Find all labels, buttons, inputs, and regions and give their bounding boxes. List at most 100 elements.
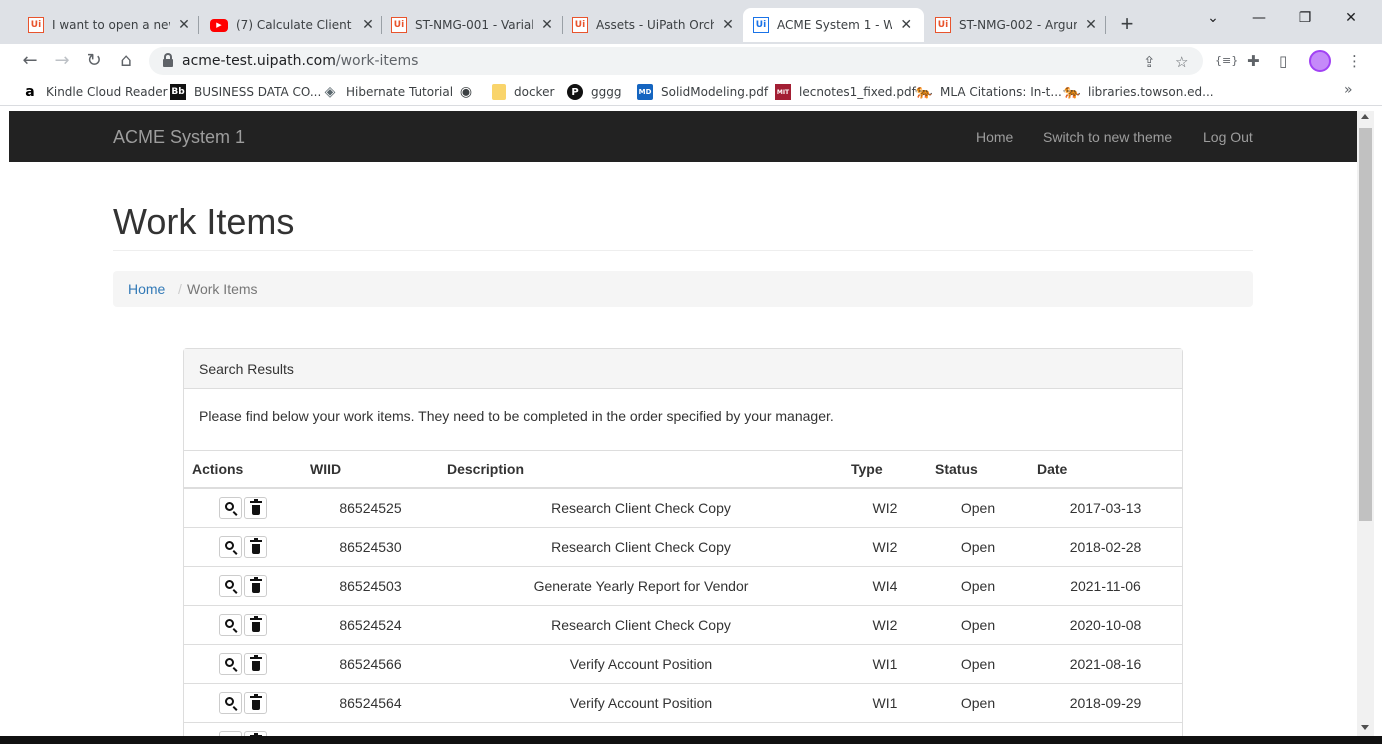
- browser-toolbar: ← → ↻ ⌂ acme-test.uipath.com/work-items …: [0, 44, 1382, 78]
- hibernate-icon: ◈: [324, 84, 336, 100]
- bookmark-label: gggg: [591, 85, 622, 99]
- bookmark-lecnotes[interactable]: MIT lecnotes1_fixed.pdf: [775, 84, 916, 100]
- scrollbar-thumb[interactable]: [1359, 128, 1372, 521]
- actions-cell: [184, 721, 302, 736]
- view-button[interactable]: [219, 574, 242, 597]
- back-arrow-icon[interactable]: ←: [18, 49, 42, 73]
- browser-tab-6[interactable]: Ui ST-NMG-002 - Argum ✕: [925, 8, 1109, 42]
- date-cell: 2021-11-06: [1029, 565, 1182, 605]
- date-cell: 2020-10-08: [1029, 604, 1182, 644]
- wiid-cell: [302, 721, 439, 736]
- close-icon[interactable]: ✕: [1083, 17, 1099, 33]
- browser-tab-3[interactable]: Ui ST-NMG-001 - Variabl ✕: [381, 8, 565, 42]
- bookmark-solidmodeling[interactable]: MD SolidModeling.pdf: [637, 84, 768, 100]
- type-cell: WI1: [843, 682, 927, 722]
- reload-icon[interactable]: ↻: [82, 49, 106, 73]
- close-icon[interactable]: ✕: [176, 17, 192, 33]
- browser-tab-1[interactable]: Ui I want to open a new t ✕: [18, 8, 202, 42]
- actions-cell: [184, 604, 302, 644]
- status-cell: Open: [927, 487, 1029, 527]
- bookmark-libraries[interactable]: 🐅 libraries.towson.ed...: [1063, 84, 1213, 100]
- view-button[interactable]: [219, 613, 242, 636]
- bookmarks-bar: a Kindle Cloud Reader Bb BUSINESS DATA C…: [0, 78, 1382, 106]
- column-header-actions: Actions: [184, 451, 302, 489]
- profile-avatar[interactable]: [1309, 50, 1331, 72]
- bookmarks-more-icon[interactable]: »: [1344, 82, 1353, 98]
- taskbar-edge: [0, 736, 1382, 744]
- home-icon[interactable]: ⌂: [114, 49, 138, 73]
- view-button[interactable]: [219, 535, 242, 558]
- youtube-icon: ▶: [210, 18, 228, 32]
- page-viewport: ACME System 1 Home Switch to new theme L…: [9, 111, 1357, 736]
- nav-logout-link[interactable]: Log Out: [1203, 129, 1253, 145]
- bookmark-docker[interactable]: docker: [492, 84, 554, 100]
- view-button[interactable]: [219, 652, 242, 675]
- delete-button[interactable]: [244, 613, 267, 636]
- type-cell: WI4: [843, 565, 927, 605]
- side-panel-icon[interactable]: ▯: [1279, 52, 1287, 70]
- close-icon[interactable]: ✕: [539, 17, 555, 33]
- close-icon[interactable]: ✕: [720, 17, 736, 33]
- type-cell: [843, 721, 927, 736]
- table-header-row: Actions WIID Description Type Status Dat…: [184, 451, 1182, 489]
- minimize-button[interactable]: —: [1244, 10, 1274, 26]
- tab-title: Assets - UiPath Orches: [596, 18, 714, 32]
- app-brand[interactable]: ACME System 1: [113, 127, 245, 148]
- wiid-cell: 86524530: [302, 526, 439, 566]
- date-cell: [1029, 721, 1182, 736]
- date-cell: 2021-08-16: [1029, 643, 1182, 683]
- status-cell: Open: [927, 604, 1029, 644]
- description-cell: Research Client Check Copy: [439, 526, 843, 566]
- address-bar[interactable]: acme-test.uipath.com/work-items ⇪ ☆: [149, 47, 1203, 75]
- browser-tab-2[interactable]: ▶ (7) Calculate Client Se ✕: [200, 8, 386, 42]
- scroll-down-arrow-icon[interactable]: [1361, 725, 1369, 730]
- tab-separator: [198, 16, 199, 34]
- actions-cell: [184, 565, 302, 605]
- tab-search-icon[interactable]: ⌄: [1198, 10, 1228, 26]
- column-header-status: Status: [927, 451, 1029, 489]
- tab-title: (7) Calculate Client Se: [236, 18, 354, 32]
- column-header-wiid: WIID: [302, 451, 439, 489]
- close-icon[interactable]: ✕: [898, 17, 914, 33]
- uipath-icon: Ui: [935, 17, 951, 33]
- delete-button[interactable]: [244, 496, 267, 519]
- forward-arrow-icon[interactable]: →: [50, 49, 74, 73]
- bookmark-gggg[interactable]: P gggg: [567, 84, 621, 100]
- description-cell: Verify Account Position: [439, 643, 843, 683]
- nav-home-link[interactable]: Home: [976, 129, 1013, 145]
- share-icon[interactable]: ⇪: [1143, 53, 1156, 71]
- delete-button[interactable]: [244, 691, 267, 714]
- new-tab-button[interactable]: +: [1115, 12, 1139, 36]
- search-results-panel: Search Results Please find below your wo…: [183, 348, 1183, 736]
- bookmark-mla[interactable]: 🐅 MLA Citations: In-t...: [915, 84, 1062, 100]
- description-cell: Research Client Check Copy: [439, 604, 843, 644]
- wiid-cell: 86524566: [302, 643, 439, 683]
- view-button[interactable]: [219, 496, 242, 519]
- folder-icon: [492, 84, 506, 100]
- delete-button[interactable]: [244, 652, 267, 675]
- table-row: 86524530 Research Client Check Copy WI2 …: [184, 526, 1182, 566]
- extensions-puzzle-icon[interactable]: ✚: [1247, 52, 1260, 70]
- view-button[interactable]: [219, 691, 242, 714]
- close-icon[interactable]: ✕: [360, 17, 376, 33]
- bookmark-kindle[interactable]: a Kindle Cloud Reader: [22, 84, 167, 100]
- json-extension-icon[interactable]: {≡}: [1215, 54, 1238, 67]
- bookmark-business-data[interactable]: Bb BUSINESS DATA CO...: [170, 84, 321, 100]
- window-close-button[interactable]: ✕: [1336, 10, 1366, 26]
- browser-tab-4[interactable]: Ui Assets - UiPath Orches ✕: [562, 8, 746, 42]
- bookmark-globe[interactable]: ◉: [458, 84, 482, 100]
- url-text[interactable]: acme-test.uipath.com/work-items: [182, 53, 418, 69]
- delete-button[interactable]: [244, 574, 267, 597]
- lock-icon[interactable]: [163, 53, 173, 67]
- breadcrumb-home-link[interactable]: Home: [128, 281, 165, 297]
- bookmark-star-icon[interactable]: ☆: [1175, 53, 1188, 71]
- nav-switch-theme-link[interactable]: Switch to new theme: [1043, 129, 1172, 145]
- scroll-up-arrow-icon[interactable]: [1361, 114, 1369, 119]
- browser-tab-5-active[interactable]: Ui ACME System 1 - Wor ✕: [743, 8, 924, 42]
- delete-button[interactable]: [244, 535, 267, 558]
- page-scrollbar[interactable]: [1357, 111, 1374, 736]
- bookmark-hibernate[interactable]: ◈ Hibernate Tutorial: [322, 84, 453, 100]
- menu-kebab-icon[interactable]: ⋮: [1347, 52, 1362, 70]
- table-row: 86524566 Verify Account Position WI1 Ope…: [184, 643, 1182, 683]
- restore-button[interactable]: ❐: [1290, 10, 1320, 26]
